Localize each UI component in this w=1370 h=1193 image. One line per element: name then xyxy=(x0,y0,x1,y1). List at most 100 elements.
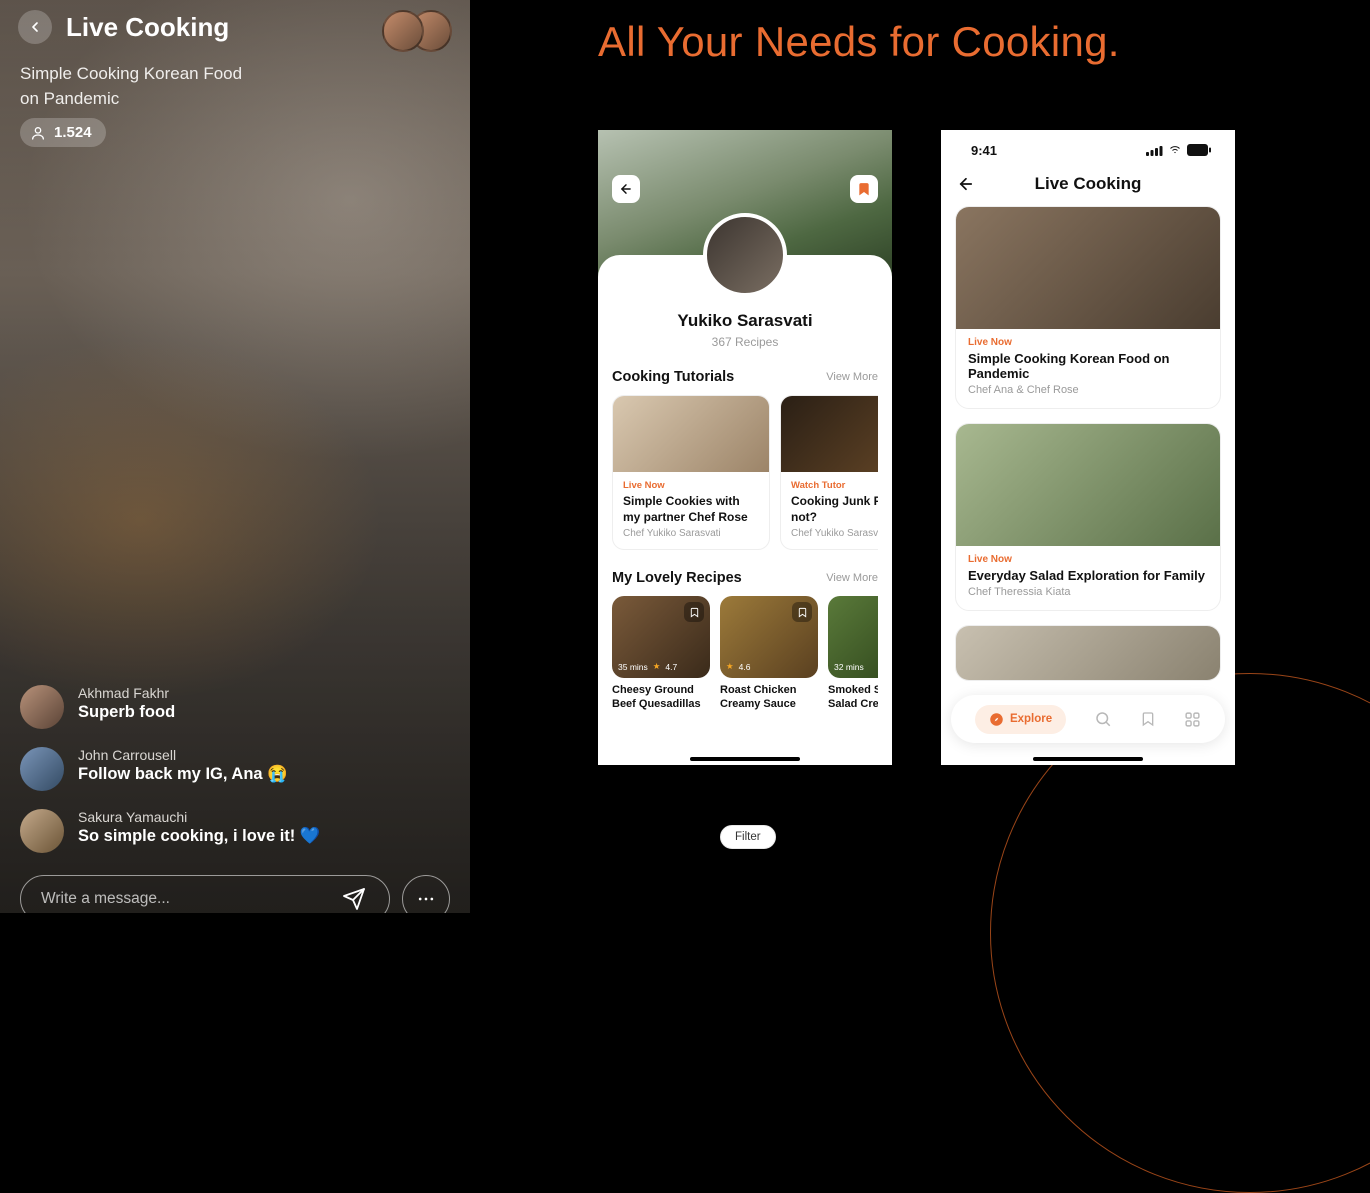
hero-heading: All Your Needs for Cooking. xyxy=(598,18,1120,66)
grid-icon xyxy=(1184,711,1201,728)
feed-tag: Live Now xyxy=(968,337,1208,348)
tutorial-thumbnail xyxy=(781,396,878,472)
tutorial-title: Cooking Junk Food, not? xyxy=(791,494,878,525)
bookmark-button[interactable] xyxy=(850,175,878,203)
more-horizontal-icon xyxy=(416,889,436,909)
feed-author: Chef Ana & Chef Rose xyxy=(968,384,1208,396)
feed-thumbnail xyxy=(956,626,1220,680)
search-icon xyxy=(1094,710,1112,728)
recipe-card[interactable]: 35 mins ★ 4.7 Cheesy Ground Beef Quesadi… xyxy=(612,596,710,712)
section-heading-tutorials: Cooking Tutorials xyxy=(612,369,734,385)
comment-item: Sakura Yamauchi So simple cooking, i lov… xyxy=(20,809,450,853)
feed-thumbnail xyxy=(956,424,1220,546)
recipe-card[interactable]: ★ 4.6 Roast Chicken Creamy Sauce xyxy=(720,596,818,712)
feed-card[interactable] xyxy=(955,625,1221,681)
recipe-title: Cheesy Ground Beef Quesadillas xyxy=(612,684,710,712)
recipe-duration: 32 mins xyxy=(834,662,864,672)
phone-profile: Yukiko Sarasvati 367 Recipes Cooking Tut… xyxy=(598,130,892,765)
avatar xyxy=(382,10,424,52)
viewer-count: 1.524 xyxy=(54,124,92,141)
send-icon[interactable] xyxy=(342,887,366,911)
filter-button[interactable]: Filter xyxy=(720,825,776,849)
message-input[interactable] xyxy=(20,875,390,913)
star-icon: ★ xyxy=(726,661,734,672)
feed-tag: Live Now xyxy=(968,554,1208,565)
avatar xyxy=(20,747,64,791)
back-button[interactable] xyxy=(612,175,640,203)
tutorial-card[interactable]: Live Now Simple Cookies with my partner … xyxy=(612,395,770,550)
comment-author: Akhmad Fakhr xyxy=(78,685,175,701)
profile-name: Yukiko Sarasvati xyxy=(612,311,878,331)
feed-card[interactable]: Live Now Simple Cooking Korean Food on P… xyxy=(955,206,1221,409)
recipe-duration: 35 mins xyxy=(618,662,648,672)
nav-bookmark[interactable] xyxy=(1140,711,1156,727)
page-title: Live Cooking xyxy=(957,174,1219,194)
recipe-rating: 4.7 xyxy=(665,662,677,672)
nav-search[interactable] xyxy=(1094,710,1112,728)
more-button[interactable] xyxy=(402,875,450,913)
tutorial-author: Chef Yukiko Sarasvati xyxy=(623,528,759,539)
tutorial-tag: Watch Tutor xyxy=(791,480,878,491)
recipes-scroller[interactable]: 35 mins ★ 4.7 Cheesy Ground Beef Quesadi… xyxy=(612,596,878,712)
recipe-title: Smoked Salmon Salad Creamy xyxy=(828,684,878,712)
arrow-left-icon xyxy=(27,19,43,35)
viewer-count-pill: 1.524 xyxy=(20,118,106,147)
section-heading-recipes: My Lovely Recipes xyxy=(612,570,742,586)
feed-title: Simple Cooking Korean Food on Pandemic xyxy=(968,351,1208,381)
comment-item: John Carrousell Follow back my IG, Ana 😭 xyxy=(20,747,450,791)
live-feed[interactable]: Live Now Simple Cooking Korean Food on P… xyxy=(941,206,1235,681)
host-avatar-stack[interactable] xyxy=(382,10,452,52)
recipe-title: Roast Chicken Creamy Sauce xyxy=(720,684,818,712)
feed-card[interactable]: Live Now Everyday Salad Exploration for … xyxy=(955,423,1221,611)
phone-live-cooking-stream: Live Cooking Simple Cooking Korean Food … xyxy=(0,0,470,913)
feed-thumbnail xyxy=(956,207,1220,329)
cellular-icon xyxy=(1146,145,1163,156)
live-subtitle: Simple Cooking Korean Food on Pandemic xyxy=(20,62,260,111)
comment-text: So simple cooking, i love it! 💙 xyxy=(78,827,320,846)
profile-avatar[interactable] xyxy=(703,213,787,297)
recipe-card[interactable]: 32 mins Smoked Salmon Salad Creamy xyxy=(828,596,878,712)
star-icon: ★ xyxy=(653,661,661,672)
comment-item: Akhmad Fakhr Superb food xyxy=(20,685,450,729)
bookmark-icon xyxy=(689,607,700,618)
nav-explore[interactable]: Explore xyxy=(975,705,1066,734)
avatar xyxy=(20,685,64,729)
nav-grid[interactable] xyxy=(1184,711,1201,728)
back-button[interactable] xyxy=(18,10,52,44)
bookmark-icon xyxy=(857,182,871,196)
tutorial-title: Simple Cookies with my partner Chef Rose xyxy=(623,494,759,525)
status-bar: 9:41 xyxy=(941,130,1235,170)
tutorials-scroller[interactable]: Live Now Simple Cookies with my partner … xyxy=(612,395,878,550)
profile-recipe-count: 367 Recipes xyxy=(612,335,878,349)
comment-author: John Carrousell xyxy=(78,747,288,763)
home-indicator xyxy=(690,757,800,761)
compass-icon xyxy=(989,712,1004,727)
status-time: 9:41 xyxy=(971,143,997,158)
arrow-left-icon xyxy=(619,182,633,196)
tutorial-tag: Live Now xyxy=(623,480,759,491)
avatar xyxy=(20,809,64,853)
comment-list: Akhmad Fakhr Superb food John Carrousell… xyxy=(20,685,450,853)
wifi-icon xyxy=(1167,144,1183,156)
bottom-nav: Explore xyxy=(951,695,1225,743)
comment-text: Follow back my IG, Ana 😭 xyxy=(78,765,288,784)
bookmark-button[interactable] xyxy=(684,602,704,622)
home-indicator xyxy=(1033,757,1143,761)
view-more-link[interactable]: View More xyxy=(826,572,878,584)
tutorial-card[interactable]: Watch Tutor Cooking Junk Food, not? Chef… xyxy=(780,395,878,550)
phone-live-cooking-list: 9:41 Live Cooking Live Now Simple Cookin… xyxy=(941,130,1235,765)
view-more-link[interactable]: View More xyxy=(826,371,878,383)
comment-author: Sakura Yamauchi xyxy=(78,809,320,825)
battery-icon xyxy=(1187,144,1211,156)
tutorial-author: Chef Yukiko Sarasvati xyxy=(791,528,878,539)
comment-text: Superb food xyxy=(78,703,175,722)
live-title: Live Cooking xyxy=(66,12,229,43)
person-icon xyxy=(30,125,46,141)
nav-explore-label: Explore xyxy=(1010,713,1052,725)
tutorial-thumbnail xyxy=(613,396,769,472)
bookmark-icon xyxy=(797,607,808,618)
compose-bar xyxy=(20,875,450,913)
recipe-rating: 4.6 xyxy=(739,662,751,672)
bookmark-icon xyxy=(1140,711,1156,727)
bookmark-button[interactable] xyxy=(792,602,812,622)
